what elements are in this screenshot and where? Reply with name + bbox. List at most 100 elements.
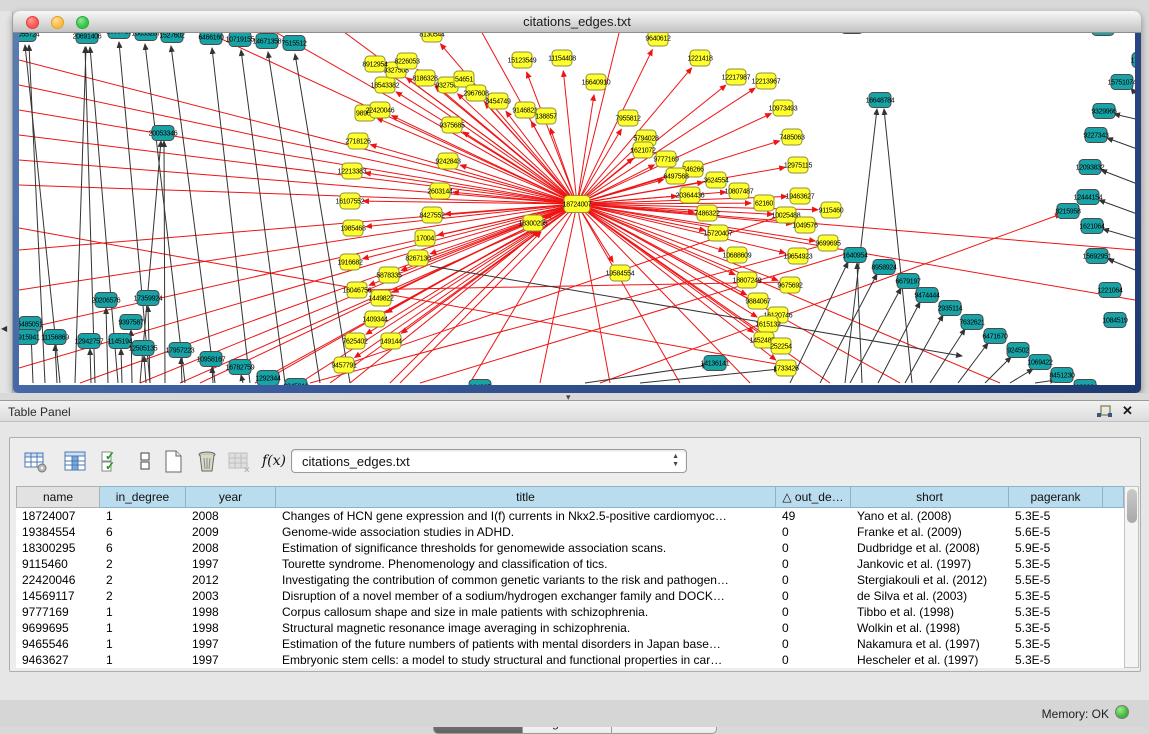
graph-node[interactable]: 1615132 (755, 316, 781, 332)
graph-node[interactable]: 2603144 (427, 183, 453, 199)
table-scrollbar[interactable] (1124, 486, 1139, 668)
graph-node[interactable]: 9777169 (653, 151, 679, 167)
graph-node[interactable]: 149144 (380, 333, 402, 349)
new-column-icon[interactable] (162, 450, 186, 474)
graph-node[interactable]: 12444154 (1074, 190, 1103, 205)
graph-node[interactable]: 9640612 (645, 33, 671, 46)
west-panel-expand-arrow-icon[interactable]: ◀ (1, 324, 7, 333)
graph-node[interactable]: 2693719 (106, 33, 132, 39)
import-table-disabled-icon[interactable]: ✕ (228, 450, 252, 474)
table-row[interactable]: 946362711997Embryonic stem cells: a mode… (16, 652, 1124, 668)
graph-node[interactable]: 9329966 (1091, 104, 1117, 119)
graph-node[interactable]: 9699695 (815, 235, 841, 251)
graph-node[interactable]: 1621072 (630, 142, 656, 158)
function-builder-icon[interactable]: f(x) (262, 453, 286, 477)
graph-node[interactable]: 9397587 (118, 315, 144, 330)
graph-node[interactable]: 1106934 (1073, 380, 1098, 386)
graph-node[interactable]: 16648784 (866, 93, 895, 108)
graph-node[interactable]: 16782759 (226, 360, 255, 375)
graph-node[interactable]: 12505135 (129, 341, 158, 356)
graph-node[interactable]: 1640954 (842, 248, 868, 263)
network-window-titlebar[interactable]: citations_edges.txt (13, 11, 1141, 33)
graph-node[interactable]: 8186328 (412, 70, 438, 86)
graph-node[interactable]: 1084519 (1102, 313, 1128, 328)
graph-node[interactable]: 9227343 (1083, 128, 1109, 143)
graph-node[interactable]: 9474444 (914, 288, 940, 303)
column-header-name[interactable]: name (16, 486, 100, 508)
graph-node[interactable]: 6497568 (663, 168, 689, 184)
delete-column-icon[interactable] (196, 450, 220, 474)
network-window[interactable]: citations_edges.txt 14055724206914062693… (13, 11, 1141, 393)
graph-node[interactable]: 2718126 (345, 133, 371, 149)
graph-node[interactable]: 9457791 (331, 357, 357, 373)
graph-node[interactable]: 14136141 (701, 356, 730, 371)
graph-node[interactable]: 8451230 (1049, 368, 1075, 383)
graph-node[interactable]: 10958167 (197, 352, 226, 367)
graph-node[interactable]: 10653287 (132, 33, 161, 41)
graph-node[interactable]: 7485063 (779, 129, 805, 145)
graph-node[interactable]: 20206576 (92, 293, 121, 308)
graph-node[interactable]: 1621064 (1079, 219, 1105, 234)
graph-node[interactable]: 5878335 (376, 267, 402, 283)
table-row[interactable]: 977716911998Corpus callosum shape and si… (16, 604, 1124, 620)
network-canvas[interactable]: 1405572420691406269371910653287152760264… (19, 33, 1135, 385)
graph-node[interactable]: 8813054 (839, 33, 865, 34)
column-header-year[interactable]: year (186, 486, 276, 508)
column-header-out_de[interactable]: △ out_de… (776, 486, 851, 508)
graph-node[interactable]: 1292344 (255, 371, 281, 386)
column-settings-icon[interactable] (24, 450, 48, 474)
graph-node[interactable]: 8130544 (419, 33, 445, 42)
graph-node[interactable]: 17004 (415, 230, 435, 246)
graph-node[interactable]: 14671358 (253, 34, 282, 49)
graph-node[interactable]: 138857 (535, 108, 557, 124)
graph-node[interactable]: 12093832 (1076, 160, 1105, 175)
table-row[interactable]: 969969511998Structural magnetic resonanc… (16, 620, 1124, 636)
graph-node[interactable]: 62160 (754, 195, 774, 211)
graph-node[interactable]: 8958924 (871, 260, 897, 275)
column-header-in_degree[interactable]: in_degree (100, 486, 186, 508)
table-row[interactable]: 1830029562008Estimation of significance … (16, 540, 1124, 556)
graph-node[interactable]: 8912954 (362, 56, 388, 72)
graph-node[interactable]: 1985468 (340, 220, 366, 236)
select-all-rows-icon[interactable]: ✓ ✓ (100, 450, 124, 474)
graph-node[interactable]: 7632621 (959, 315, 985, 330)
graph-node[interactable]: 8215958 (1055, 204, 1081, 219)
graph-node[interactable]: 9146821 (512, 102, 538, 118)
graph-node[interactable]: 1409344 (362, 311, 388, 327)
column-header-title[interactable]: title (276, 486, 776, 508)
graph-node[interactable]: 8454749 (485, 93, 511, 109)
scrollbar-thumb[interactable] (1127, 489, 1137, 523)
graph-node[interactable]: 8427552 (419, 207, 445, 223)
graph-node[interactable]: 6679197 (895, 274, 921, 289)
graph-node[interactable]: 924502 (1007, 343, 1029, 358)
graph-node[interactable]: 9245012 (283, 379, 309, 386)
table-row[interactable]: 1872400712008Changes of HCN gene express… (16, 508, 1124, 524)
graph-node[interactable]: 11156869 (41, 330, 69, 345)
select-columns-icon[interactable] (64, 450, 88, 474)
graph-node[interactable]: 1527602 (159, 33, 185, 43)
graph-node[interactable]: 6466160 (198, 33, 224, 45)
graph-node[interactable]: 12975115 (784, 157, 813, 173)
column-header-pagerank[interactable]: pagerank (1009, 486, 1103, 508)
table-row[interactable]: 1456911722003Disruption of a novel membe… (16, 588, 1124, 604)
graph-node[interactable]: 7625402 (342, 333, 368, 349)
graph-node[interactable]: 17359924 (134, 291, 163, 306)
table-row[interactable]: 2242004622012Investigating the contribut… (16, 572, 1124, 588)
graph-node[interactable]: 3624554 (703, 172, 729, 188)
table-row[interactable]: 1938455462009Genome-wide association stu… (16, 524, 1124, 540)
graph-node[interactable]: 1069422 (1027, 355, 1053, 370)
graph-node[interactable]: 6471670 (982, 329, 1008, 344)
table-selector-dropdown[interactable]: citations_edges.txt ▲▼ (291, 449, 687, 473)
graph-hub-node[interactable]: 18724007 (563, 196, 592, 213)
float-panel-icon[interactable] (1096, 405, 1113, 424)
graph-node[interactable]: 8226053 (394, 53, 420, 69)
graph-node[interactable]: 9242843 (435, 153, 461, 169)
graph-node[interactable]: 1449822 (368, 290, 394, 306)
graph-node[interactable]: 17957223 (166, 343, 195, 358)
graph-node[interactable]: 252254 (770, 338, 792, 354)
graph-node[interactable]: 20053346 (149, 126, 178, 141)
graph-node[interactable]: 20691406 (73, 33, 102, 44)
graph-node[interactable]: 7515512 (281, 36, 307, 51)
graph-node[interactable]: 164095 (469, 380, 491, 386)
graph-node[interactable]: 1049576 (792, 217, 818, 233)
